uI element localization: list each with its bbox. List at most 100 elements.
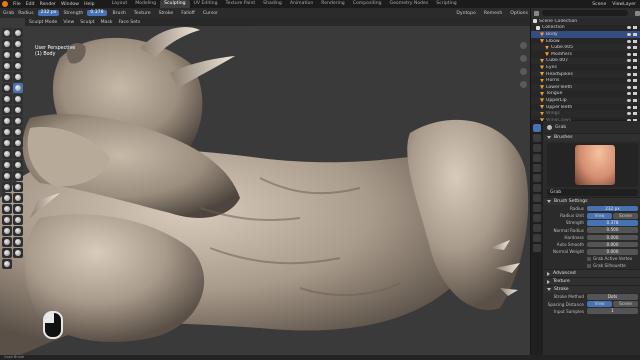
material-properties-tab-icon[interactable] xyxy=(533,234,541,242)
world-properties-tab-icon[interactable] xyxy=(533,174,541,182)
draw-face-sets-tool-button[interactable] xyxy=(13,171,23,181)
tab-layout[interactable]: Layout xyxy=(108,0,132,8)
scrape-tool-button[interactable] xyxy=(13,94,23,104)
radius-unit-option[interactable]: Scene xyxy=(613,212,638,219)
elastic-deform-tool-button[interactable] xyxy=(2,116,12,126)
brush-preview[interactable] xyxy=(547,143,638,187)
input-samples-field[interactable]: 1 xyxy=(587,308,638,315)
texture-menu[interactable]: Texture xyxy=(132,11,153,16)
render-camera-icon[interactable] xyxy=(633,98,637,102)
nudge-tool-button[interactable] xyxy=(2,138,12,148)
scene-properties-tab-icon[interactable] xyxy=(533,164,541,172)
mesh-filter-tool-button[interactable] xyxy=(13,204,23,214)
transform-tool-button[interactable] xyxy=(13,248,23,258)
visibility-eye-icon[interactable] xyxy=(627,32,631,36)
mode-selector[interactable]: Sculpt Mode xyxy=(29,20,57,25)
brush-setting-slider[interactable]: 232 px xyxy=(587,205,638,212)
outliner-item[interactable]: Cube.005 xyxy=(531,44,640,51)
visibility-eye-icon[interactable] xyxy=(627,85,631,89)
face-sets-menu[interactable]: Face Sets xyxy=(118,20,140,25)
slide-relax-tool-button[interactable] xyxy=(2,149,12,159)
tab-sculpting[interactable]: Sculpting xyxy=(160,0,190,8)
visibility-eye-icon[interactable] xyxy=(627,59,631,63)
pose-tool-button[interactable] xyxy=(13,127,23,137)
remesh-menu[interactable]: Remesh xyxy=(482,11,504,16)
filter-icon[interactable] xyxy=(635,10,640,16)
texture-properties-tab-icon[interactable] xyxy=(533,244,541,252)
layer-tool-button[interactable] xyxy=(13,50,23,60)
brush-setting-slider[interactable]: 0.500 xyxy=(587,227,638,233)
view-layer-tab-icon[interactable] xyxy=(533,154,541,162)
pan-gizmo-icon[interactable] xyxy=(519,55,527,62)
annotate-tool-button[interactable] xyxy=(2,259,12,269)
visibility-eye-icon[interactable] xyxy=(627,39,631,43)
scale-tool-button[interactable] xyxy=(2,248,12,258)
mask-tool-button[interactable] xyxy=(2,171,12,181)
brush-setting-slider[interactable]: 0.000 xyxy=(587,234,638,241)
tab-modeling[interactable]: Modeling xyxy=(131,0,160,8)
visibility-eye-icon[interactable] xyxy=(627,92,631,96)
clay-strips-tool-button[interactable] xyxy=(13,39,23,49)
cursor-menu[interactable]: Cursor xyxy=(201,11,220,16)
menu-edit[interactable]: Edit xyxy=(26,2,35,7)
edit-face-set-tool-button[interactable] xyxy=(2,226,12,236)
outliner-item[interactable]: LowerTeeth xyxy=(531,83,640,91)
box-trim-tool-button[interactable] xyxy=(13,193,23,203)
outliner-item[interactable]: Cube.007 xyxy=(531,57,640,65)
render-camera-icon[interactable] xyxy=(633,39,637,43)
camera-gizmo-icon[interactable] xyxy=(519,68,527,75)
data-properties-tab-icon[interactable] xyxy=(533,224,541,232)
outliner-item[interactable]: Eyes xyxy=(531,64,640,71)
fill-tool-button[interactable] xyxy=(2,94,12,104)
mask-by-color-tool-button[interactable] xyxy=(13,226,23,236)
visibility-eye-icon[interactable] xyxy=(627,79,631,83)
tab-animation[interactable]: Animation xyxy=(286,0,317,8)
outliner-display-mode-icon[interactable] xyxy=(534,10,539,16)
grab-silhouette-checkbox[interactable]: Grab Silhouette xyxy=(544,262,640,269)
render-camera-icon[interactable] xyxy=(633,112,637,116)
output-properties-tab-icon[interactable] xyxy=(533,144,541,152)
radius-unit-option[interactable]: View xyxy=(587,212,612,219)
brushes-panel-header[interactable]: Brushes xyxy=(544,133,640,141)
brush-setting-slider[interactable]: 0.378 xyxy=(587,220,638,226)
constraints-tab-icon[interactable] xyxy=(533,214,541,222)
grab-tool-button[interactable] xyxy=(13,83,23,93)
menu-file[interactable]: File xyxy=(13,2,21,7)
options-menu[interactable]: Options xyxy=(508,11,530,16)
tab-uv-editing[interactable]: UV Editing xyxy=(190,0,222,8)
tab-rendering[interactable]: Rendering xyxy=(317,0,348,8)
draw-tool-button[interactable] xyxy=(2,28,12,38)
box-mask-tool-button[interactable] xyxy=(2,182,12,192)
render-camera-icon[interactable] xyxy=(633,72,637,76)
radius-field[interactable]: 232 px xyxy=(37,10,60,16)
pinch-tool-button[interactable] xyxy=(13,105,23,115)
inflate-tool-button[interactable] xyxy=(2,61,12,71)
spacing-view-option[interactable]: View xyxy=(587,301,612,307)
texture-panel-header[interactable]: Texture xyxy=(544,277,640,286)
visibility-eye-icon[interactable] xyxy=(627,65,631,69)
outliner-item[interactable]: Horns xyxy=(531,77,640,84)
box-hide-tool-button[interactable] xyxy=(13,182,23,192)
falloff-menu[interactable]: Falloff xyxy=(179,11,197,16)
draw-sharp-tool-button[interactable] xyxy=(13,28,23,38)
tab-compositing[interactable]: Compositing xyxy=(349,0,386,8)
move-tool-button[interactable] xyxy=(2,237,12,247)
visibility-eye-icon[interactable] xyxy=(627,52,631,56)
outliner-item[interactable]: Elbow xyxy=(531,38,640,45)
cloth-tool-button[interactable] xyxy=(2,160,12,170)
outliner-item[interactable]: Modifiers xyxy=(531,51,640,58)
render-camera-icon[interactable] xyxy=(633,79,637,83)
render-properties-tab-icon[interactable] xyxy=(533,134,541,142)
3d-viewport[interactable]: User Perspective (1) Body xyxy=(0,18,530,355)
tab-geometry-nodes[interactable]: Geometry Nodes xyxy=(386,0,433,8)
visibility-eye-icon[interactable] xyxy=(627,72,631,76)
menu-render[interactable]: Render xyxy=(40,2,56,7)
render-camera-icon[interactable] xyxy=(633,85,637,89)
outliner-item[interactable]: Body xyxy=(531,31,640,38)
clay-tool-button[interactable] xyxy=(2,39,12,49)
rotate-transform-tool-button[interactable] xyxy=(13,237,23,247)
brush-menu[interactable]: Brush xyxy=(111,11,128,16)
tab-shading[interactable]: Shading xyxy=(259,0,286,8)
line-project-tool-button[interactable] xyxy=(2,204,12,214)
render-camera-icon[interactable] xyxy=(633,105,637,109)
